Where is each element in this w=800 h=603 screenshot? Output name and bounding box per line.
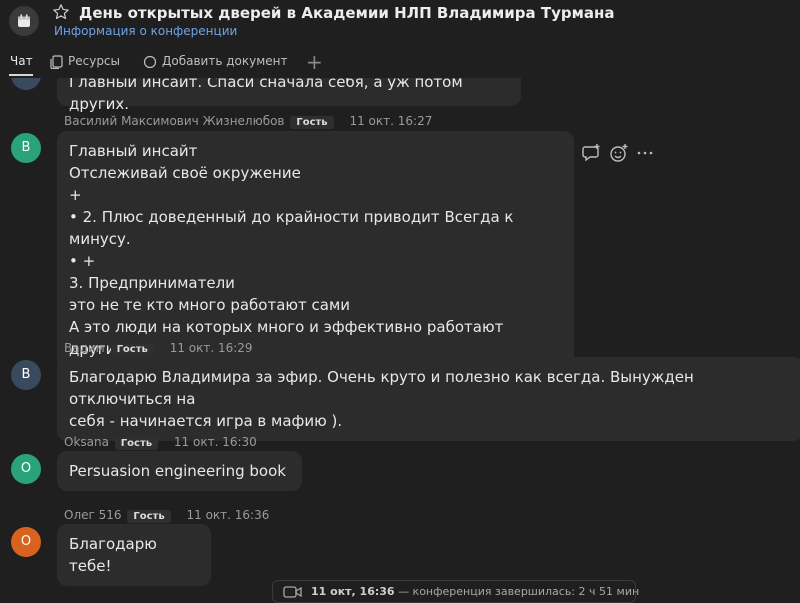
avatar-letter: O — [20, 461, 32, 476]
tab-resources[interactable]: Ресурсы — [68, 54, 120, 68]
camera-icon — [283, 586, 302, 598]
avatar[interactable]: В — [11, 360, 41, 390]
message-line: это не те кто много работают сами — [69, 296, 351, 314]
conference-title: День открытых дверей в Академии НЛП Влад… — [79, 4, 615, 22]
message-meta: Василий Максимович Жизнелюбов Гость 11 о… — [64, 114, 432, 129]
timestamp: 11 окт. 16:30 — [173, 435, 257, 449]
message-line: • + — [69, 252, 96, 270]
notice-time: 11 окт, 16:36 — [311, 585, 395, 598]
message-meta: Oksana Гость 11 окт. 16:30 — [64, 435, 257, 450]
files-icon — [50, 55, 63, 69]
message-actions — [582, 143, 662, 163]
message-text: Главный инсайт. Спаси сначала себя, а уж… — [69, 73, 463, 113]
guest-badge: Гость — [290, 116, 334, 129]
avatar-letter: О — [20, 534, 32, 549]
message-meta: Олег 516 Гость 11 окт. 16:36 — [64, 508, 269, 523]
tab-bar: Чат Ресурсы Добавить документ + — [0, 50, 800, 78]
emoji-icon[interactable] — [609, 143, 629, 163]
message-line: • 2. Плюс доведенный до крайности привод… — [69, 208, 514, 248]
active-tab-indicator — [9, 74, 33, 76]
more-icon[interactable] — [635, 143, 655, 163]
tab-chat[interactable]: Чат — [10, 54, 33, 68]
timestamp: 11 окт. 16:36 — [186, 508, 270, 522]
calendar-icon[interactable] — [9, 6, 39, 36]
guest-badge: Гость — [110, 343, 154, 356]
message-line: + — [69, 186, 82, 204]
author-name[interactable]: Олег 516 — [64, 508, 122, 522]
reply-icon[interactable] — [582, 143, 602, 163]
message-line: Благодарю тебе! — [69, 535, 157, 575]
plus-icon[interactable]: + — [306, 50, 323, 74]
guest-badge: Гость — [127, 510, 171, 523]
author-name[interactable]: Василий Максимович Жизнелюбов — [64, 114, 285, 128]
message-line: 3. Предприниматели — [69, 274, 235, 292]
conference-ended-notice: 11 окт, 16:36 — конференция завершилась:… — [272, 580, 640, 603]
message-line: Благодарю Владимира за эфир. Очень круто… — [69, 368, 694, 408]
message-line: Persuasion engineering book — [69, 462, 286, 480]
message-bubble: Благодарю тебе! — [57, 524, 211, 586]
message-bubble: Persuasion engineering book — [57, 451, 302, 491]
avatar-letter: В — [21, 140, 31, 155]
author-name[interactable]: Вадим — [64, 341, 105, 355]
add-document-icon — [143, 55, 157, 69]
message-bubble: Главный инсайт Отслеживай своё окружение… — [57, 131, 574, 369]
message-line: себя - начинается игра в мафию ). — [69, 412, 343, 430]
guest-badge: Гость — [114, 437, 159, 450]
message-meta: Вадим Гость 11 окт. 16:29 — [64, 341, 253, 356]
chat-area: Главный инсайт. Спаси сначала себя, а уж… — [0, 0, 800, 603]
message-line: Отслеживай своё окружение — [69, 164, 301, 182]
message-bubble: Благодарю Владимира за эфир. Очень круто… — [57, 357, 800, 441]
timestamp: 11 окт. 16:29 — [169, 341, 253, 355]
conference-info-link[interactable]: Информация о конференции — [54, 24, 237, 38]
star-icon[interactable] — [52, 3, 70, 21]
conference-header: День открытых дверей в Академии НЛП Влад… — [0, 0, 800, 78]
avatar[interactable]: O — [11, 454, 41, 484]
avatar[interactable]: О — [11, 527, 41, 557]
notice-text: — конференция завершилась: 2 ч 51 мин — [398, 585, 640, 598]
avatar-letter: В — [21, 367, 31, 382]
author-name[interactable]: Oksana — [64, 435, 109, 449]
avatar[interactable]: В — [11, 133, 41, 163]
message-line: Главный инсайт — [69, 142, 198, 160]
tab-add-document[interactable]: Добавить документ — [162, 54, 287, 68]
timestamp: 11 окт. 16:27 — [349, 114, 433, 128]
